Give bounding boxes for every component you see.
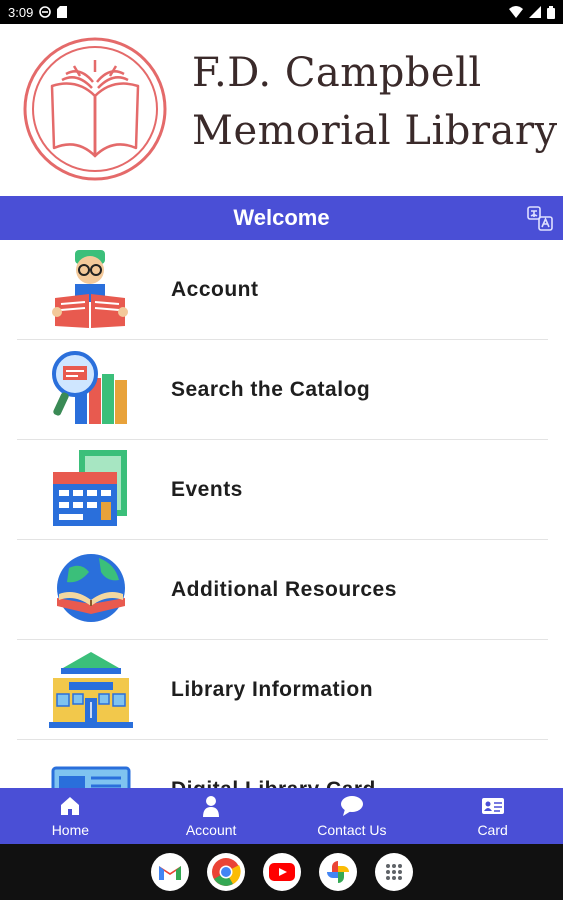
home-icon (61, 797, 80, 815)
menu-item-label: Digital Library Card (171, 740, 376, 788)
status-bar: 3:09 (0, 0, 563, 24)
library-building-icon (49, 652, 133, 728)
signal-icon (529, 6, 541, 18)
menu-item-label: Account (171, 278, 259, 301)
globe-book-icon (57, 554, 125, 622)
youtube-app-icon[interactable] (262, 853, 301, 891)
library-logo-icon (23, 37, 167, 181)
welcome-bar: Welcome (0, 196, 563, 240)
system-taskbar (0, 844, 563, 900)
photos-app-icon[interactable] (318, 853, 357, 891)
menu-item-search-catalog[interactable]: Search the Catalog (17, 340, 548, 440)
menu-item-digital-library-card[interactable]: Digital Library Card (17, 740, 548, 788)
menu-list: Account Search the Catalog Events Additi… (0, 240, 563, 788)
chat-bubble-icon (340, 796, 363, 816)
menu-item-label: Additional Resources (171, 578, 397, 601)
menu-item-events[interactable]: Events (17, 440, 548, 540)
menu-item-label: Library Information (171, 678, 374, 701)
library-title-line1: F.D. Campbell (192, 50, 482, 96)
gmail-app-icon[interactable] (150, 853, 189, 891)
menu-item-label: Events (171, 478, 243, 501)
library-header: F.D. Campbell Memorial Library (0, 24, 563, 195)
library-title-line2: Memorial Library (192, 108, 558, 154)
nav-card[interactable]: Card (422, 788, 563, 844)
nav-label: Contact Us (317, 822, 387, 838)
nav-contact-us[interactable]: Contact Us (282, 788, 423, 844)
calendar-icon (53, 450, 127, 526)
menu-item-library-information[interactable]: Library Information (17, 640, 548, 740)
magnifier-books-icon (52, 351, 127, 424)
wifi-icon (509, 6, 523, 18)
card-icon (51, 766, 131, 788)
menu-item-additional-resources[interactable]: Additional Resources (17, 540, 548, 640)
nav-label: Account (185, 822, 237, 838)
menu-item-account[interactable]: Account (17, 240, 548, 340)
nav-label: Home (51, 822, 90, 838)
nav-home[interactable]: Home (0, 788, 141, 844)
library-title: F.D. Campbell Memorial Library (192, 44, 558, 160)
person-icon (203, 796, 220, 817)
menu-item-label: Search the Catalog (171, 378, 371, 401)
nav-label: Card (477, 822, 508, 838)
sd-card-icon (57, 6, 68, 18)
battery-icon (547, 5, 555, 19)
chrome-app-icon[interactable] (206, 853, 245, 891)
bottom-nav: Home Account Contact Us Card (0, 788, 563, 844)
id-card-icon (481, 798, 504, 814)
data-saver-icon (39, 6, 52, 18)
page-title: Welcome (233, 205, 330, 230)
translate-icon[interactable] (525, 203, 555, 233)
app-drawer-icon[interactable] (374, 853, 413, 891)
nav-account[interactable]: Account (141, 788, 282, 844)
clock: 3:09 (8, 4, 34, 20)
reader-icon (52, 250, 128, 328)
